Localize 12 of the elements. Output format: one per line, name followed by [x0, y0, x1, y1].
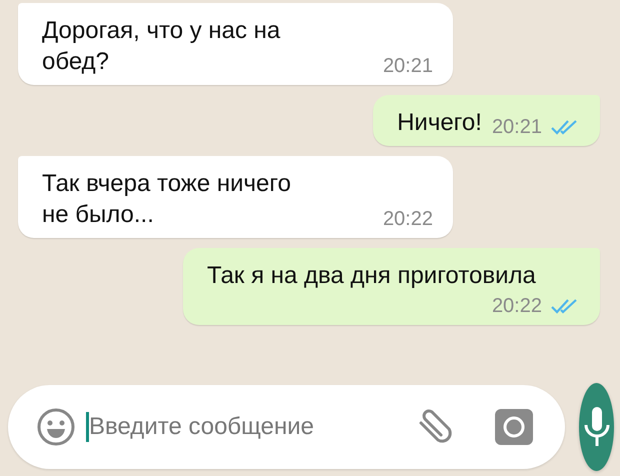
emoji-icon[interactable]: [36, 407, 76, 447]
message-text: Ничего!: [397, 108, 482, 138]
microphone-button[interactable]: [579, 383, 614, 471]
message-text: Так я на два дня приготовила: [207, 261, 536, 291]
message-text: Так вчера тоже ничего не было...: [42, 169, 292, 230]
message-time: 20:21: [382, 54, 433, 79]
message-text: Дорогая, что у нас на обед?: [42, 16, 282, 77]
message-time: 20:21: [492, 115, 542, 140]
microphone-icon: [582, 405, 612, 449]
message-time: 20:22: [492, 294, 542, 319]
message-time: 20:22: [382, 207, 433, 232]
camera-icon[interactable]: [495, 409, 533, 445]
